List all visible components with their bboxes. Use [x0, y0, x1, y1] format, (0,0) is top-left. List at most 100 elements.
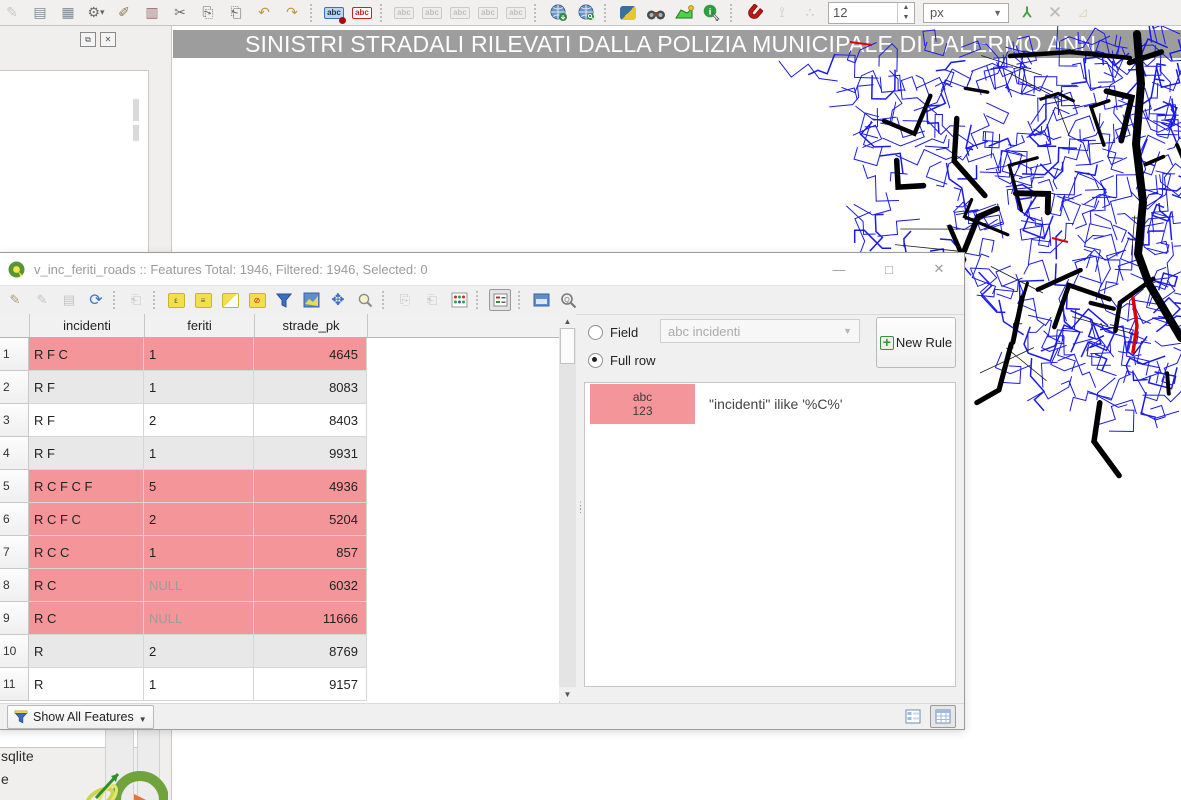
- spin-up-icon[interactable]: ▲: [898, 3, 914, 13]
- cell-strade-pk[interactable]: 6032: [254, 569, 367, 602]
- toggle-editing-icon[interactable]: ✎: [5, 290, 25, 310]
- cell-incidenti[interactable]: R: [29, 668, 144, 701]
- full-row-radio[interactable]: Full row: [588, 353, 656, 368]
- layout-manager-icon[interactable]: ▦: [58, 3, 78, 23]
- search-binoculars-icon[interactable]: [646, 3, 666, 23]
- label-edit-icon[interactable]: abc: [506, 3, 526, 23]
- cell-incidenti[interactable]: R F: [29, 371, 144, 404]
- copy-features-icon[interactable]: ⎘: [395, 290, 415, 310]
- zoom-to-selection-icon[interactable]: [301, 290, 321, 310]
- spin-down-icon[interactable]: ▼: [898, 13, 914, 23]
- table-row[interactable]: 2 R F 1 8083: [0, 371, 559, 404]
- close-panel-icon[interactable]: ✕: [100, 32, 116, 47]
- save-project-icon[interactable]: ▤: [30, 3, 50, 23]
- table-row[interactable]: 5 R C F C F 5 4936: [0, 470, 559, 503]
- cell-feriti[interactable]: 2: [144, 635, 254, 668]
- invert-selection-icon[interactable]: [220, 290, 240, 310]
- layer-item-label[interactable]: e: [1, 771, 9, 787]
- cell-strade-pk[interactable]: 8083: [254, 371, 367, 404]
- edit-symbology-icon[interactable]: ✐: [114, 3, 134, 23]
- maximize-button[interactable]: □: [864, 253, 914, 285]
- cell-strade-pk[interactable]: 11666: [254, 602, 367, 635]
- form-view-toggle[interactable]: [900, 705, 926, 728]
- row-number[interactable]: 3: [0, 404, 29, 437]
- redo-icon[interactable]: ↷: [282, 3, 302, 23]
- filter-form-icon[interactable]: [274, 290, 294, 310]
- field-calculator-icon[interactable]: [449, 290, 469, 310]
- label-rotate-icon[interactable]: abc: [478, 3, 498, 23]
- cell-strade-pk[interactable]: 857: [254, 536, 367, 569]
- cell-incidenti[interactable]: R C: [29, 602, 144, 635]
- size-spinbox-input[interactable]: [829, 3, 897, 23]
- row-number[interactable]: 1: [0, 338, 29, 371]
- cell-feriti[interactable]: NULL: [144, 602, 254, 635]
- cell-feriti[interactable]: NULL: [144, 569, 254, 602]
- cell-strade-pk[interactable]: 4645: [254, 338, 367, 371]
- style-manager-icon[interactable]: ⚙▾: [86, 3, 106, 23]
- column-header-incidenti[interactable]: incidenti: [30, 314, 145, 337]
- panel-scrollbar-thumb[interactable]: [133, 125, 139, 141]
- row-number[interactable]: 2: [0, 371, 29, 404]
- table-row[interactable]: 7 R C C 1 857: [0, 536, 559, 569]
- scroll-up-icon[interactable]: ▲: [559, 314, 576, 328]
- cell-incidenti[interactable]: R C F C F: [29, 470, 144, 503]
- snapping-magnet-icon[interactable]: [744, 3, 764, 23]
- style-brush-icon[interactable]: ✎: [2, 3, 22, 23]
- close-button[interactable]: ✕: [914, 253, 964, 285]
- header-corner[interactable]: [0, 314, 30, 337]
- new-rule-button[interactable]: + New Rule: [876, 317, 956, 368]
- cell-strade-pk[interactable]: 8769: [254, 635, 367, 668]
- cell-strade-pk[interactable]: 8403: [254, 404, 367, 437]
- save-edits-icon[interactable]: ▤: [59, 290, 79, 310]
- multiedit-icon[interactable]: ✎: [32, 290, 52, 310]
- cell-feriti[interactable]: 2: [144, 503, 254, 536]
- deselect-all-icon[interactable]: ⊘: [247, 290, 267, 310]
- reload-table-icon[interactable]: ⟳: [86, 290, 106, 310]
- cell-feriti[interactable]: 1: [144, 536, 254, 569]
- dialog-titlebar[interactable]: v_inc_feriti_roads :: Features Total: 19…: [0, 253, 964, 286]
- table-row[interactable]: 1 R F C 1 4645: [0, 338, 559, 371]
- table-row[interactable]: 4 R F 1 9931: [0, 437, 559, 470]
- table-row[interactable]: 8 R C NULL 6032: [0, 569, 559, 602]
- row-number[interactable]: 6: [0, 503, 29, 536]
- format-rule-item[interactable]: abc 123 "incidenti" ilike '%C%': [585, 383, 955, 424]
- select-all-icon[interactable]: ≡: [193, 290, 213, 310]
- cell-incidenti[interactable]: R: [29, 635, 144, 668]
- layer-item-label[interactable]: sqlite: [1, 748, 34, 764]
- splitter-handle[interactable]: ⋮⋮: [576, 503, 581, 511]
- topology-edit-icon[interactable]: ⟟: [772, 3, 792, 23]
- table-row[interactable]: 9 R C NULL 11666: [0, 602, 559, 635]
- cell-incidenti[interactable]: R F: [29, 437, 144, 470]
- panel-scrollbar-thumb[interactable]: [133, 99, 139, 121]
- table-row[interactable]: 6 R C F C 2 5204: [0, 503, 559, 536]
- cell-incidenti[interactable]: R C C: [29, 536, 144, 569]
- copy-icon[interactable]: ⎘: [198, 3, 218, 23]
- label-move-icon[interactable]: abc: [450, 3, 470, 23]
- web-layer-search-icon[interactable]: [576, 3, 596, 23]
- identify-features-icon[interactable]: i: [702, 3, 722, 23]
- feature-filter-button[interactable]: Show All Features ▼: [7, 705, 154, 729]
- cell-feriti[interactable]: 1: [144, 668, 254, 701]
- dock-table-icon[interactable]: [531, 290, 551, 310]
- table-row[interactable]: 10 R 2 8769: [0, 635, 559, 668]
- cell-feriti[interactable]: 1: [144, 437, 254, 470]
- label-visibility-icon[interactable]: abc: [422, 3, 442, 23]
- size-spinbox[interactable]: ▲▼: [828, 2, 915, 24]
- conditional-formatting-icon[interactable]: [489, 289, 511, 311]
- unit-combo[interactable]: px ▼: [923, 3, 1009, 23]
- minimize-button[interactable]: —: [814, 253, 864, 285]
- table-view-toggle[interactable]: [930, 705, 956, 728]
- cell-incidenti[interactable]: R C F C: [29, 503, 144, 536]
- flash-features-icon[interactable]: [355, 290, 375, 310]
- paste-features-icon[interactable]: ⎗: [422, 290, 442, 310]
- cell-feriti[interactable]: 1: [144, 338, 254, 371]
- add-feature-icon[interactable]: ⎗: [126, 290, 146, 310]
- cell-feriti[interactable]: 5: [144, 470, 254, 503]
- cell-incidenti[interactable]: R C: [29, 569, 144, 602]
- cell-strade-pk[interactable]: 9931: [254, 437, 367, 470]
- table-row[interactable]: 3 R F 2 8403: [0, 404, 559, 437]
- python-console-icon[interactable]: [618, 3, 638, 23]
- field-combo[interactable]: abc incidenti ▼: [660, 319, 860, 343]
- tracing-icon[interactable]: ⅄: [1017, 3, 1037, 23]
- delete-icon[interactable]: ▥: [142, 3, 162, 23]
